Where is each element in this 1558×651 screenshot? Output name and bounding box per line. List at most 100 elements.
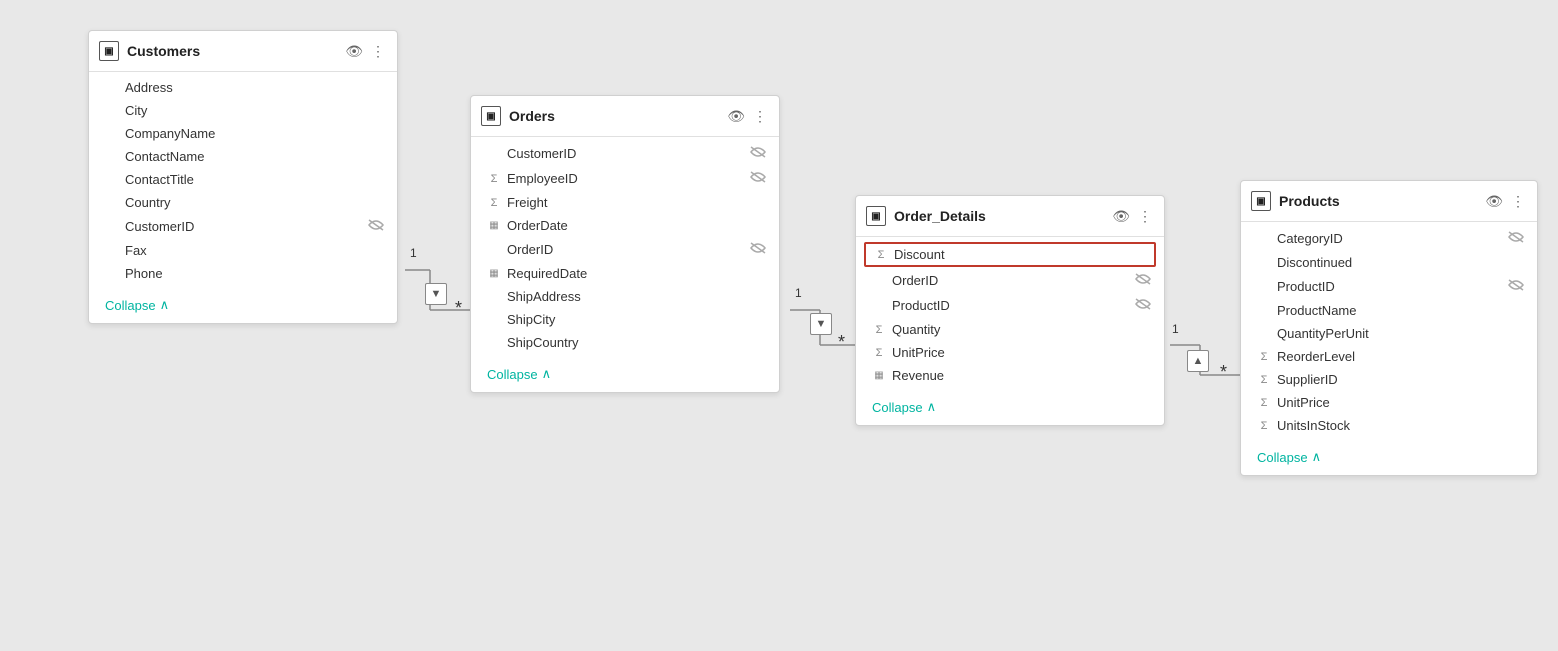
field-shipcity: ShipCity xyxy=(471,308,779,331)
od-orderid-hide[interactable] xyxy=(1134,272,1152,289)
order-details-body: ΣDiscount OrderID ProductID ΣQuantity ΣU… xyxy=(856,237,1164,391)
products-collapse-icon: ∧ xyxy=(1312,449,1322,465)
categoryid-hide[interactable] xyxy=(1507,230,1525,247)
order-details-header: ▣ Order_Details 👁 ⋮ xyxy=(856,196,1164,237)
qty-icon: Σ xyxy=(872,324,886,336)
join-box-1[interactable]: ▼ xyxy=(425,283,447,305)
products-collapse-label: Collapse xyxy=(1257,450,1308,465)
field-address: Address xyxy=(89,76,397,99)
field-phone: Phone xyxy=(89,262,397,285)
field-name: CustomerID xyxy=(125,219,194,234)
orders-table: ▣ Orders 👁 ⋮ CustomerID ΣEmployeeID xyxy=(470,95,780,393)
products-more-icon[interactable]: ⋮ xyxy=(1511,193,1525,210)
customers-table-icon: ▣ xyxy=(99,41,119,61)
orders-header-icons: 👁 ⋮ xyxy=(727,108,767,125)
rl-icon: Σ xyxy=(1257,351,1271,363)
field-name: EmployeeID xyxy=(507,171,578,186)
field-employeeid: ΣEmployeeID xyxy=(471,166,779,191)
productid-hide[interactable] xyxy=(1507,278,1525,295)
field-name: CustomerID xyxy=(507,146,576,161)
customers-eye-icon[interactable]: 👁 xyxy=(345,43,363,60)
customers-collapse-label: Collapse xyxy=(105,298,156,313)
field-name: ReorderLevel xyxy=(1277,349,1355,364)
customers-title: Customers xyxy=(127,43,200,59)
customers-header: ▣ Customers 👁 ⋮ xyxy=(89,31,397,72)
field-name: Quantity xyxy=(892,322,940,337)
od-header-icons: 👁 ⋮ xyxy=(1112,208,1152,225)
uis-icon: Σ xyxy=(1257,420,1271,432)
orders-collapse[interactable]: Collapse ∧ xyxy=(471,358,779,392)
products-eye-icon[interactable]: 👁 xyxy=(1485,193,1503,210)
field-name: QuantityPerUnit xyxy=(1277,326,1369,341)
field-name: ShipCountry xyxy=(507,335,579,350)
customers-more-icon[interactable]: ⋮ xyxy=(371,43,385,60)
orders-table-icon: ▣ xyxy=(481,106,501,126)
field-name: ProductName xyxy=(1277,303,1356,318)
field-name: Address xyxy=(125,80,173,95)
od-collapse-icon: ∧ xyxy=(927,399,937,415)
field-contactname: ContactName xyxy=(89,145,397,168)
field-customerid: CustomerID xyxy=(89,214,397,239)
orders-collapse-label: Collapse xyxy=(487,367,538,382)
field-name: CompanyName xyxy=(125,126,215,141)
field-quantityperunit: QuantityPerUnit xyxy=(1241,322,1537,345)
sid-icon: Σ xyxy=(1257,374,1271,386)
field-name: UnitPrice xyxy=(892,345,945,360)
od-eye-icon[interactable]: 👁 xyxy=(1112,208,1130,225)
field-contacttitle: ContactTitle xyxy=(89,168,397,191)
field-orderid-od: OrderID xyxy=(856,268,1164,293)
field-name: ShipCity xyxy=(507,312,555,327)
products-collapse[interactable]: Collapse ∧ xyxy=(1241,441,1537,475)
orders-more-icon[interactable]: ⋮ xyxy=(753,108,767,125)
od-productid-hide[interactable] xyxy=(1134,297,1152,314)
field-freight: ΣFreight xyxy=(471,191,779,214)
join-box-2[interactable]: ▼ xyxy=(810,313,832,335)
field-productid-od: ProductID xyxy=(856,293,1164,318)
field-requireddate: ▦RequiredDate xyxy=(471,262,779,285)
products-header: ▣ Products 👁 ⋮ xyxy=(1241,181,1537,222)
order-details-table: ▣ Order_Details 👁 ⋮ Σ Discount OrderID Pr… xyxy=(855,195,1165,426)
field-productid-p: ProductID xyxy=(1241,274,1537,299)
field-unitprice-p: ΣUnitPrice xyxy=(1241,391,1537,414)
field-name: SupplierID xyxy=(1277,372,1338,387)
products-body: CategoryID Discontinued ProductID Produc… xyxy=(1241,222,1537,441)
field-name: Fax xyxy=(125,243,147,258)
orders-collapse-icon: ∧ xyxy=(542,366,552,382)
field-unitprice-od: ΣUnitPrice xyxy=(856,341,1164,364)
field-discontinued: Discontinued xyxy=(1241,251,1537,274)
field-name: Phone xyxy=(125,266,163,281)
customerid-hide-icon[interactable] xyxy=(367,218,385,235)
field-companyname: CompanyName xyxy=(89,122,397,145)
o-customerid-hide[interactable] xyxy=(749,145,767,162)
orderid-hide[interactable] xyxy=(749,241,767,258)
field-name: UnitPrice xyxy=(1277,395,1330,410)
field-name: City xyxy=(125,103,147,118)
field-shipcountry: ShipCountry xyxy=(471,331,779,354)
field-orderdate: ▦OrderDate xyxy=(471,214,779,237)
freight-icon: Σ xyxy=(487,197,501,209)
field-name: Discount xyxy=(894,247,945,262)
emp-hide[interactable] xyxy=(749,170,767,187)
orders-eye-icon[interactable]: 👁 xyxy=(727,108,745,125)
customers-header-left: ▣ Customers xyxy=(99,41,200,61)
field-customerid-orders: CustomerID xyxy=(471,141,779,166)
field-name: OrderID xyxy=(507,242,553,257)
orders-header-left: ▣ Orders xyxy=(481,106,555,126)
field-name: UnitsInStock xyxy=(1277,418,1350,433)
rev-icon: ▦ xyxy=(872,370,886,381)
customers-table: ▣ Customers 👁 ⋮ Address City CompanyName… xyxy=(88,30,398,324)
products-title: Products xyxy=(1279,193,1340,209)
customers-collapse[interactable]: Collapse ∧ xyxy=(89,289,397,323)
od-collapse[interactable]: Collapse ∧ xyxy=(856,391,1164,425)
join-box-3[interactable]: ▲ xyxy=(1187,350,1209,372)
field-fax: Fax xyxy=(89,239,397,262)
relation-label-1c: 1 xyxy=(1172,322,1179,336)
field-name: CategoryID xyxy=(1277,231,1343,246)
field-country: Country xyxy=(89,191,397,214)
customers-header-icons: 👁 ⋮ xyxy=(345,43,385,60)
field-name: OrderDate xyxy=(507,218,568,233)
field-city: City xyxy=(89,99,397,122)
orders-header: ▣ Orders 👁 ⋮ xyxy=(471,96,779,137)
field-reorderlevel: Σ ReorderLevel xyxy=(1241,345,1537,368)
od-more-icon[interactable]: ⋮ xyxy=(1138,208,1152,225)
